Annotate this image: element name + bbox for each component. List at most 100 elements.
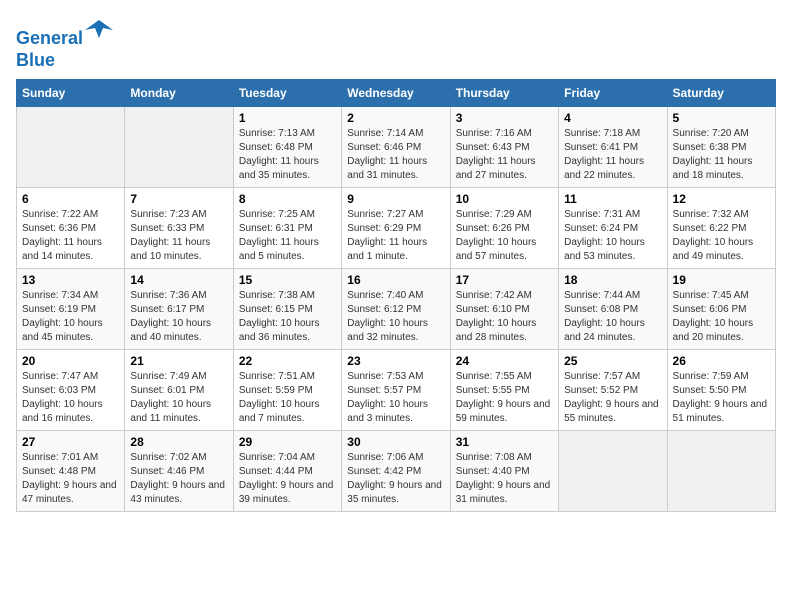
- day-cell: 13Sunrise: 7:34 AM Sunset: 6:19 PM Dayli…: [17, 269, 125, 350]
- day-info: Sunrise: 7:27 AM Sunset: 6:29 PM Dayligh…: [347, 208, 444, 264]
- day-cell: 10 Sunrise: 7:29 AM Sunset: 6:26 PM Dayli…: [450, 188, 558, 269]
- day-cell: 8Sunrise: 7:25 AM Sunset: 6:31 PM Daylig…: [233, 188, 341, 269]
- day-cell: 9 Sunrise: 7:27 AM Sunset: 6:29 PM Daylig…: [342, 188, 450, 269]
- day-cell: 24 Sunrise: 7:55 AM Sunset: 5:55 PM Dayli…: [450, 350, 558, 431]
- day-info: Sunrise: 7:42 AM Sunset: 6:10 PM Dayligh…: [456, 289, 553, 345]
- day-number: 24: [456, 354, 553, 368]
- day-info: Sunrise: 7:14 AM Sunset: 6:46 PM Dayligh…: [347, 127, 444, 183]
- day-number: 31: [456, 435, 553, 449]
- day-info: Sunrise: 7:34 AM Sunset: 6:19 PM Dayligh…: [22, 289, 119, 345]
- week-row-2: 6Sunrise: 7:22 AM Sunset: 6:36 PM Daylig…: [17, 188, 776, 269]
- day-cell: 16 Sunrise: 7:40 AM Sunset: 6:12 PM Dayli…: [342, 269, 450, 350]
- day-cell: 23 Sunrise: 7:53 AM Sunset: 5:57 PM Dayli…: [342, 350, 450, 431]
- day-info: Sunrise: 7:55 AM Sunset: 5:55 PM Dayligh…: [456, 370, 553, 426]
- day-number: 14: [130, 273, 227, 287]
- day-number: 11: [564, 192, 661, 206]
- week-row-1: 1 Sunrise: 7:13 AM Sunset: 6:48 PM Daylig…: [17, 107, 776, 188]
- header: General Blue: [16, 16, 776, 71]
- day-number: 9: [347, 192, 444, 206]
- logo-general: General: [16, 28, 83, 48]
- day-info: Sunrise: 7:49 AM Sunset: 6:01 PM Dayligh…: [130, 370, 227, 426]
- day-info: Sunrise: 7:08 AM Sunset: 4:40 PM Dayligh…: [456, 451, 553, 507]
- day-info: Sunrise: 7:01 AM Sunset: 4:48 PM Dayligh…: [22, 451, 119, 507]
- header-row: SundayMondayTuesdayWednesdayThursdayFrid…: [17, 80, 776, 107]
- day-info: Sunrise: 7:29 AM Sunset: 6:26 PM Dayligh…: [456, 208, 553, 264]
- day-number: 27: [22, 435, 119, 449]
- day-info: Sunrise: 7:02 AM Sunset: 4:46 PM Dayligh…: [130, 451, 227, 507]
- logo-text: General Blue: [16, 16, 113, 71]
- day-cell: 12 Sunrise: 7:32 AM Sunset: 6:22 PM Dayli…: [667, 188, 775, 269]
- day-number: 29: [239, 435, 336, 449]
- day-cell: 28 Sunrise: 7:02 AM Sunset: 4:46 PM Dayli…: [125, 431, 233, 512]
- day-number: 23: [347, 354, 444, 368]
- day-cell: 18 Sunrise: 7:44 AM Sunset: 6:08 PM Dayli…: [559, 269, 667, 350]
- day-info: Sunrise: 7:13 AM Sunset: 6:48 PM Dayligh…: [239, 127, 336, 183]
- day-number: 2: [347, 111, 444, 125]
- day-info: Sunrise: 7:44 AM Sunset: 6:08 PM Dayligh…: [564, 289, 661, 345]
- day-cell: [125, 107, 233, 188]
- day-info: Sunrise: 7:47 AM Sunset: 6:03 PM Dayligh…: [22, 370, 119, 426]
- day-number: 26: [673, 354, 770, 368]
- day-number: 16: [347, 273, 444, 287]
- day-cell: 21 Sunrise: 7:49 AM Sunset: 6:01 PM Dayli…: [125, 350, 233, 431]
- day-number: 19: [673, 273, 770, 287]
- week-row-5: 27 Sunrise: 7:01 AM Sunset: 4:48 PM Dayli…: [17, 431, 776, 512]
- day-info: Sunrise: 7:16 AM Sunset: 6:43 PM Dayligh…: [456, 127, 553, 183]
- header-cell-saturday: Saturday: [667, 80, 775, 107]
- day-number: 12: [673, 192, 770, 206]
- day-info: Sunrise: 7:23 AM Sunset: 6:33 PM Dayligh…: [130, 208, 227, 264]
- calendar-table: SundayMondayTuesdayWednesdayThursdayFrid…: [16, 79, 776, 512]
- day-cell: 26 Sunrise: 7:59 AM Sunset: 5:50 PM Dayli…: [667, 350, 775, 431]
- day-info: Sunrise: 7:59 AM Sunset: 5:50 PM Dayligh…: [673, 370, 770, 426]
- day-number: 3: [456, 111, 553, 125]
- day-number: 5: [673, 111, 770, 125]
- day-cell: [17, 107, 125, 188]
- day-number: 15: [239, 273, 336, 287]
- day-number: 18: [564, 273, 661, 287]
- day-cell: 11Sunrise: 7:31 AM Sunset: 6:24 PM Dayli…: [559, 188, 667, 269]
- day-number: 1: [239, 111, 336, 125]
- day-info: Sunrise: 7:18 AM Sunset: 6:41 PM Dayligh…: [564, 127, 661, 183]
- day-cell: 5 Sunrise: 7:20 AM Sunset: 6:38 PM Daylig…: [667, 107, 775, 188]
- week-row-3: 13Sunrise: 7:34 AM Sunset: 6:19 PM Dayli…: [17, 269, 776, 350]
- header-cell-tuesday: Tuesday: [233, 80, 341, 107]
- day-number: 25: [564, 354, 661, 368]
- day-number: 28: [130, 435, 227, 449]
- day-cell: 25 Sunrise: 7:57 AM Sunset: 5:52 PM Dayli…: [559, 350, 667, 431]
- day-info: Sunrise: 7:45 AM Sunset: 6:06 PM Dayligh…: [673, 289, 770, 345]
- day-info: Sunrise: 7:57 AM Sunset: 5:52 PM Dayligh…: [564, 370, 661, 426]
- header-cell-sunday: Sunday: [17, 80, 125, 107]
- day-cell: 14Sunrise: 7:36 AM Sunset: 6:17 PM Dayli…: [125, 269, 233, 350]
- day-number: 4: [564, 111, 661, 125]
- week-row-4: 20Sunrise: 7:47 AM Sunset: 6:03 PM Dayli…: [17, 350, 776, 431]
- day-cell: [559, 431, 667, 512]
- day-info: Sunrise: 7:51 AM Sunset: 5:59 PM Dayligh…: [239, 370, 336, 426]
- logo: General Blue: [16, 16, 113, 71]
- day-number: 22: [239, 354, 336, 368]
- day-info: Sunrise: 7:32 AM Sunset: 6:22 PM Dayligh…: [673, 208, 770, 264]
- day-cell: [667, 431, 775, 512]
- header-cell-friday: Friday: [559, 80, 667, 107]
- day-info: Sunrise: 7:04 AM Sunset: 4:44 PM Dayligh…: [239, 451, 336, 507]
- day-cell: 2 Sunrise: 7:14 AM Sunset: 6:46 PM Daylig…: [342, 107, 450, 188]
- day-cell: 17 Sunrise: 7:42 AM Sunset: 6:10 PM Dayli…: [450, 269, 558, 350]
- day-number: 10: [456, 192, 553, 206]
- day-info: Sunrise: 7:06 AM Sunset: 4:42 PM Dayligh…: [347, 451, 444, 507]
- day-number: 21: [130, 354, 227, 368]
- day-info: Sunrise: 7:20 AM Sunset: 6:38 PM Dayligh…: [673, 127, 770, 183]
- day-number: 7: [130, 192, 227, 206]
- day-cell: 1 Sunrise: 7:13 AM Sunset: 6:48 PM Daylig…: [233, 107, 341, 188]
- day-cell: 6Sunrise: 7:22 AM Sunset: 6:36 PM Daylig…: [17, 188, 125, 269]
- day-number: 17: [456, 273, 553, 287]
- day-info: Sunrise: 7:25 AM Sunset: 6:31 PM Dayligh…: [239, 208, 336, 264]
- day-cell: 4 Sunrise: 7:18 AM Sunset: 6:41 PM Daylig…: [559, 107, 667, 188]
- day-cell: 19 Sunrise: 7:45 AM Sunset: 6:06 PM Dayli…: [667, 269, 775, 350]
- day-cell: 15Sunrise: 7:38 AM Sunset: 6:15 PM Dayli…: [233, 269, 341, 350]
- day-cell: 3 Sunrise: 7:16 AM Sunset: 6:43 PM Daylig…: [450, 107, 558, 188]
- day-info: Sunrise: 7:40 AM Sunset: 6:12 PM Dayligh…: [347, 289, 444, 345]
- day-cell: 29 Sunrise: 7:04 AM Sunset: 4:44 PM Dayli…: [233, 431, 341, 512]
- logo-blue: Blue: [16, 50, 55, 70]
- day-info: Sunrise: 7:53 AM Sunset: 5:57 PM Dayligh…: [347, 370, 444, 426]
- day-cell: 20Sunrise: 7:47 AM Sunset: 6:03 PM Dayli…: [17, 350, 125, 431]
- day-cell: 31 Sunrise: 7:08 AM Sunset: 4:40 PM Dayli…: [450, 431, 558, 512]
